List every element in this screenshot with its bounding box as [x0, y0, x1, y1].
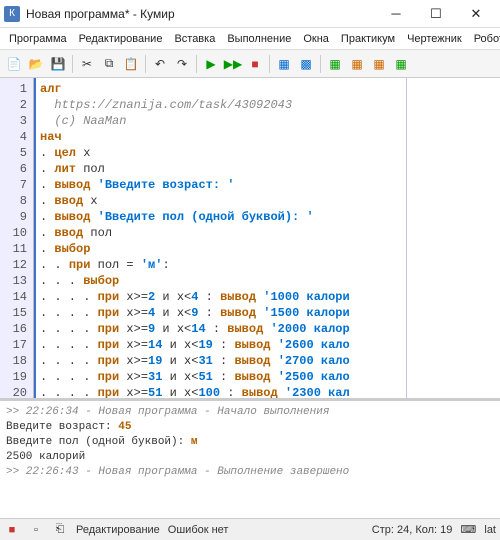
menu-item-чертежник[interactable]: Чертежник [402, 31, 467, 47]
menu-item-окна[interactable]: Окна [298, 31, 334, 47]
code-line[interactable]: . ввод x [40, 193, 496, 209]
console-line: Введите возраст: 45 [6, 420, 494, 435]
menu-item-редактирование[interactable]: Редактирование [74, 31, 168, 47]
status-doc-icon[interactable]: ▫ [28, 522, 44, 538]
status-lang: lat [484, 524, 496, 536]
new-file-icon[interactable]: 📄 [4, 54, 24, 74]
menu-item-программа[interactable]: Программа [4, 31, 72, 47]
code-line[interactable]: . . . . при x>=9 и x<14 : вывод '2000 ка… [40, 321, 496, 337]
undo-icon[interactable]: ↶ [150, 54, 170, 74]
titlebar: К Новая программа* - Кумир ─ ☐ ✕ [0, 0, 500, 28]
code-line[interactable]: . . . . при x>=2 и x<4 : вывод '1000 кал… [40, 289, 496, 305]
cut-icon[interactable]: ✂ [77, 54, 97, 74]
code-line[interactable]: . . . . при x>=14 и x<19 : вывод '2600 к… [40, 337, 496, 353]
console-line: >> 22:26:34 - Новая программа - Начало в… [6, 405, 494, 420]
copy-icon[interactable]: ⧉ [99, 54, 119, 74]
open-file-icon[interactable]: 📂 [26, 54, 46, 74]
code-line[interactable]: . . . . при x>=19 и x<31 : вывод '2700 к… [40, 353, 496, 369]
minimize-button[interactable]: ─ [376, 0, 416, 28]
code-line[interactable]: . лит пол [40, 161, 496, 177]
menu-item-практикум[interactable]: Практикум [336, 31, 400, 47]
actor2-icon[interactable]: ▩ [296, 54, 316, 74]
console-line: >> 22:26:43 - Новая программа - Выполнен… [6, 465, 494, 480]
code-line[interactable]: . вывод 'Введите пол (одной буквой): ' [40, 209, 496, 225]
status-stop-icon[interactable]: ■ [4, 522, 20, 538]
window-title: Новая программа* - Кумир [26, 7, 376, 21]
code-line[interactable]: . . . . при x>=4 и x<9 : вывод '1500 кал… [40, 305, 496, 321]
line-gutter: 1234567891011121314151617181920212223242… [0, 78, 34, 398]
code-area[interactable]: алг https://znanija.com/task/43092043 (c… [34, 78, 500, 398]
console-line: 2500 калорий [6, 450, 494, 465]
code-editor[interactable]: 1234567891011121314151617181920212223242… [0, 78, 500, 400]
code-line[interactable]: . вывод 'Введите возраст: ' [40, 177, 496, 193]
code-line[interactable]: . . . выбор [40, 273, 496, 289]
code-line[interactable]: . ввод пол [40, 225, 496, 241]
grid1-icon[interactable]: ▦ [325, 54, 345, 74]
code-line[interactable]: https://znanija.com/task/43092043 [40, 97, 496, 113]
grid4-icon[interactable]: ▦ [391, 54, 411, 74]
console-line: Введите пол (одной буквой): м [6, 435, 494, 450]
output-console[interactable]: >> 22:26:34 - Новая программа - Начало в… [0, 400, 500, 518]
statusbar: ■ ▫ ⎗ Редактирование Ошибок нет Стр: 24,… [0, 518, 500, 540]
grid3-icon[interactable]: ▦ [369, 54, 389, 74]
status-errors: Ошибок нет [168, 524, 229, 536]
step-icon[interactable]: ▶▶ [223, 54, 243, 74]
actor1-icon[interactable]: ▦ [274, 54, 294, 74]
menu-item-выполнение[interactable]: Выполнение [222, 31, 296, 47]
run-icon[interactable]: ▶ [201, 54, 221, 74]
stop-icon[interactable]: ■ [245, 54, 265, 74]
close-button[interactable]: ✕ [456, 0, 496, 28]
code-line[interactable]: нач [40, 129, 496, 145]
code-line[interactable]: . выбор [40, 241, 496, 257]
keyboard-icon[interactable]: ⌨ [460, 522, 476, 538]
status-cursor-pos: Стр: 24, Кол: 19 [372, 524, 453, 536]
code-line[interactable]: (c) NaaMan [40, 113, 496, 129]
code-line[interactable]: . . . . при x>=51 и x<100 : вывод '2300 … [40, 385, 496, 398]
paste-icon[interactable]: 📋 [121, 54, 141, 74]
code-line[interactable]: . . при пол = 'м': [40, 257, 496, 273]
code-line[interactable]: . . . . при x>=31 и x<51 : вывод '2500 к… [40, 369, 496, 385]
toolbar: 📄 📂 💾 ✂ ⧉ 📋 ↶ ↷ ▶ ▶▶ ■ ▦ ▩ ▦ ▦ ▦ ▦ [0, 50, 500, 78]
grid2-icon[interactable]: ▦ [347, 54, 367, 74]
maximize-button[interactable]: ☐ [416, 0, 456, 28]
menu-item-робот[interactable]: Робот [469, 31, 500, 47]
code-line[interactable]: . цел x [40, 145, 496, 161]
menubar: ПрограммаРедактированиеВставкаВыполнение… [0, 28, 500, 50]
menu-item-вставка[interactable]: Вставка [169, 31, 220, 47]
status-save-icon[interactable]: ⎗ [52, 522, 68, 538]
redo-icon[interactable]: ↷ [172, 54, 192, 74]
status-mode: Редактирование [76, 524, 160, 536]
save-icon[interactable]: 💾 [48, 54, 68, 74]
app-icon: К [4, 6, 20, 22]
code-line[interactable]: алг [40, 81, 496, 97]
